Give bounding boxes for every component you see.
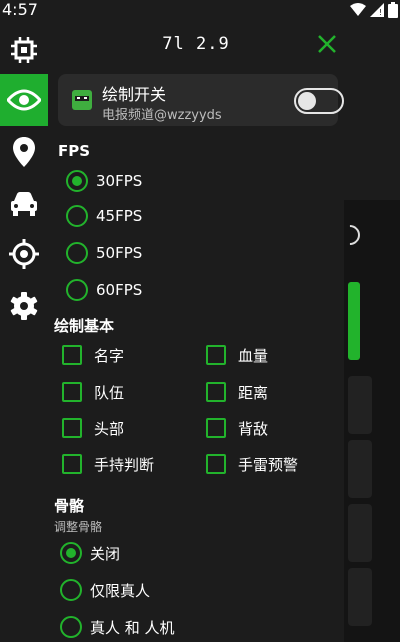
skeleton-option-off[interactable]: 关闭	[60, 541, 120, 565]
radio-label: 50FPS	[96, 244, 143, 262]
status-bar: 4:57 !	[0, 0, 400, 20]
radio-button	[66, 170, 88, 192]
signal-icon: !	[370, 3, 384, 17]
fps-label: FPS	[58, 142, 91, 160]
checkbox-head[interactable]: 头部	[62, 416, 124, 440]
radio-label: 真人 和 人机	[90, 618, 175, 637]
draw-toggle[interactable]	[294, 88, 344, 114]
checkbox	[62, 418, 82, 438]
checkbox-grenade-warning[interactable]: 手雷预警	[206, 452, 298, 476]
draw-switch-card: 绘制开关 电报频道@wzzyyds	[58, 74, 344, 126]
checkbox	[62, 345, 82, 365]
background-card	[348, 568, 372, 626]
checkbox-label: 血量	[238, 346, 269, 365]
background-card	[348, 504, 372, 562]
sidebar-item-visual[interactable]	[0, 74, 48, 126]
crosshair-icon	[9, 239, 39, 269]
checkbox-health[interactable]: 血量	[206, 343, 268, 367]
eye-icon	[7, 89, 41, 111]
checkbox	[62, 382, 82, 402]
skeleton-option-real-only[interactable]: 仅限真人	[60, 578, 150, 602]
draw-switch-subtitle: 电报频道@wzzyyds	[102, 108, 222, 123]
checkbox-label: 队伍	[94, 383, 125, 402]
toggle-knob	[298, 92, 316, 110]
radio-label: 45FPS	[96, 207, 143, 225]
radio-button	[60, 542, 82, 564]
radio-button	[66, 242, 88, 264]
sidebar-item-chip[interactable]	[0, 24, 48, 76]
fps-option-30[interactable]: 30FPS	[66, 169, 142, 193]
sidebar-item-settings[interactable]	[0, 280, 48, 332]
radio-button	[60, 579, 82, 601]
fps-option-45[interactable]: 45FPS	[66, 204, 142, 228]
checkbox-label: 手雷预警	[238, 455, 299, 474]
svg-text:!: !	[379, 8, 382, 17]
fps-option-60[interactable]: 60FPS	[66, 278, 142, 302]
sidebar-item-location[interactable]	[0, 126, 48, 178]
radio-button	[66, 205, 88, 227]
fps-option-50[interactable]: 50FPS	[66, 241, 142, 265]
background-highlight	[348, 282, 360, 360]
sidebar-item-aim[interactable]	[0, 228, 48, 280]
checkbox-held-weapon[interactable]: 手持判断	[62, 452, 154, 476]
chip-icon	[11, 37, 37, 63]
skeleton-label: 骨骼	[54, 497, 85, 515]
background-card	[348, 376, 372, 434]
checkbox	[206, 418, 226, 438]
status-time: 4:57	[2, 0, 38, 19]
car-icon	[11, 192, 37, 216]
settings-panel: 7l 2.9 绘制开关 电报频道@wzzyyds FPS 30FPS 45FPS…	[48, 20, 344, 642]
radio-label: 30FPS	[96, 172, 143, 190]
skeleton-option-real-and-bots[interactable]: 真人 和 人机	[60, 615, 175, 639]
checkbox-label: 背敌	[238, 419, 269, 438]
radio-button	[66, 279, 88, 301]
checkbox-behind-enemy[interactable]: 背敌	[206, 416, 268, 440]
wifi-icon	[350, 3, 366, 16]
checkbox-team[interactable]: 队伍	[62, 380, 124, 404]
skeleton-sublabel: 调整骨骼	[54, 520, 103, 534]
panel-title: 7l 2.9	[162, 34, 230, 54]
checkbox-distance[interactable]: 距离	[206, 380, 268, 404]
sidebar-item-vehicle[interactable]	[0, 178, 48, 230]
status-icons: !	[350, 2, 398, 18]
draw-basic-label: 绘制基本	[54, 317, 115, 335]
radio-button	[60, 616, 82, 638]
checkbox	[206, 382, 226, 402]
checkbox	[206, 345, 226, 365]
checkbox-label: 手持判断	[94, 455, 155, 474]
app-logo-icon	[72, 90, 92, 110]
checkbox-name[interactable]: 名字	[62, 343, 124, 367]
sidebar	[0, 20, 48, 642]
checkbox	[62, 454, 82, 474]
radio-label: 仅限真人	[90, 581, 151, 600]
checkbox-label: 头部	[94, 419, 125, 438]
close-icon[interactable]	[316, 33, 338, 55]
map-pin-icon	[13, 137, 35, 167]
checkbox	[206, 454, 226, 474]
radio-label: 60FPS	[96, 281, 143, 299]
background-card	[348, 440, 372, 498]
battery-icon	[388, 2, 398, 18]
draw-switch-title: 绘制开关	[102, 85, 167, 104]
radio-label: 关闭	[90, 544, 121, 563]
checkbox-label: 名字	[94, 346, 125, 365]
gear-icon	[10, 292, 38, 320]
checkbox-label: 距离	[238, 383, 269, 402]
